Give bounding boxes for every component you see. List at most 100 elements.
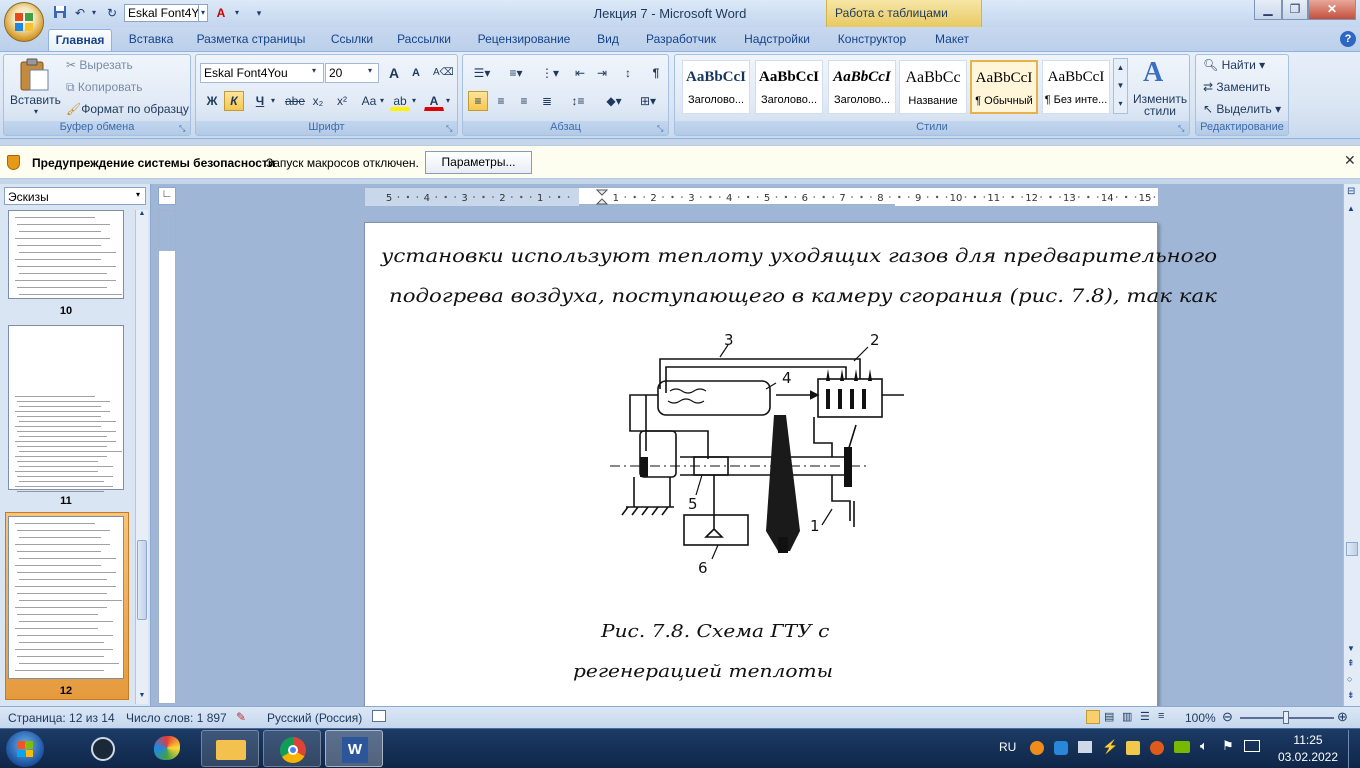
dialog-launcher-icon[interactable]: ⤡ <box>446 124 452 134</box>
start-button[interactable] <box>6 731 44 767</box>
ruler-toggle-icon[interactable]: ⊟ <box>1347 186 1355 197</box>
web-layout-icon[interactable]: ▥ <box>1122 710 1132 723</box>
nvidia-icon[interactable] <box>1174 741 1190 753</box>
tab-mailings[interactable]: Рассылки <box>390 29 458 51</box>
chevron-down-icon[interactable]: ▾ <box>232 4 242 22</box>
scroll-up-icon[interactable]: ▲ <box>1347 204 1355 213</box>
chevron-down-icon[interactable]: ▾ <box>271 96 275 105</box>
redo-icon[interactable]: ↻ <box>104 4 120 22</box>
chrome-icon[interactable] <box>263 730 321 767</box>
language-indicator[interactable]: Русский (Россия) <box>267 711 362 725</box>
paste-button[interactable]: Вставить <box>10 93 61 107</box>
close-button[interactable]: ✕ <box>1308 0 1356 20</box>
quick-font-box[interactable]: Eskal Font4Yo <box>124 4 208 22</box>
align-left-icon[interactable]: ≡ <box>468 91 488 111</box>
dialog-launcher-icon[interactable]: ⤡ <box>179 124 185 134</box>
subscript-button[interactable]: x₂ <box>308 91 328 111</box>
tab-design[interactable]: Конструктор <box>830 29 914 51</box>
shrink-font-button[interactable]: A <box>406 63 426 83</box>
tray-app-icon[interactable] <box>1078 741 1092 753</box>
horizontal-ruler[interactable]: 5 4 3 2 1 1 2 3 4 5 6 7 8 9 10 11 12 13 14 15 <box>364 187 1175 206</box>
help-icon[interactable]: ? <box>1340 31 1356 47</box>
indent-marker[interactable] <box>595 189 609 205</box>
style-title[interactable]: AaBbCc Название <box>899 60 967 114</box>
show-desktop-button[interactable] <box>1348 730 1360 768</box>
scroll-thumb[interactable] <box>1346 542 1358 556</box>
tab-home[interactable]: Главная <box>48 29 112 51</box>
replace-button[interactable]: ⇄ Заменить <box>1203 80 1270 94</box>
paste-dropdown-icon[interactable]: ▾ <box>34 107 38 116</box>
multilevel-list-icon[interactable]: ⋮▾ <box>536 63 564 83</box>
highlight-button[interactable]: ab <box>390 91 410 111</box>
font-name-combo[interactable]: Eskal Font4You <box>200 63 324 83</box>
steam-icon[interactable] <box>74 730 132 767</box>
document-page[interactable]: установки используют теплоту уходящих га… <box>364 222 1217 708</box>
file-explorer-icon[interactable] <box>201 730 259 767</box>
page-count[interactable]: Страница: 12 из 14 <box>8 711 115 725</box>
tab-insert[interactable]: Вставка <box>122 29 180 51</box>
restore-button[interactable]: ❐ <box>1282 0 1308 20</box>
shading-icon[interactable]: ◆▾ <box>600 91 628 111</box>
tab-developer[interactable]: Разработчик <box>636 29 726 51</box>
word-taskbar-icon[interactable]: W <box>325 730 383 767</box>
full-screen-reading-icon[interactable]: ▤ <box>1104 710 1114 723</box>
underline-button[interactable]: Ч <box>250 91 270 111</box>
word-count[interactable]: Число слов: 1 897 <box>126 711 227 725</box>
bold-button[interactable]: Ж <box>202 91 222 111</box>
format-painter-button[interactable]: 🖌Формат по образцу <box>66 102 189 116</box>
browse-object-icon[interactable]: ○ <box>1347 674 1352 684</box>
bullets-icon[interactable]: ☰▾ <box>468 63 496 83</box>
zoom-slider-thumb[interactable] <box>1283 711 1289 724</box>
clear-format-icon[interactable]: A⌫ <box>432 63 454 83</box>
options-button[interactable]: Параметры... <box>425 151 532 174</box>
chevron-down-icon[interactable]: ▾ <box>412 96 416 105</box>
outline-icon[interactable]: ☰ <box>1140 710 1150 723</box>
prev-page-icon[interactable]: ⇞ <box>1347 658 1355 669</box>
tray-app-icon[interactable] <box>1030 741 1044 755</box>
paint-icon[interactable] <box>138 730 196 767</box>
customize-toolbar-icon[interactable]: ▾ <box>252 4 266 22</box>
scroll-thumb[interactable] <box>137 540 147 620</box>
tab-selector-icon[interactable]: ∟ <box>158 187 176 205</box>
input-language[interactable]: RU <box>999 740 1016 754</box>
scroll-up-icon[interactable]: ▲ <box>136 210 148 222</box>
usb-icon[interactable]: ⚡ <box>1102 739 1118 755</box>
tray-app-icon[interactable] <box>1150 741 1164 755</box>
print-layout-icon[interactable] <box>1086 710 1100 724</box>
numbering-icon[interactable]: ≡▾ <box>502 63 530 83</box>
borders-icon[interactable]: ⊞▾ <box>634 91 662 111</box>
action-center-flag-icon[interactable]: ⚑ <box>1222 738 1234 754</box>
clock-date[interactable]: 03.02.2022 <box>1275 750 1341 764</box>
sort-icon[interactable]: ↕ <box>618 63 638 83</box>
align-center-icon[interactable]: ≡ <box>491 91 511 111</box>
font-color-button[interactable]: A <box>424 91 444 111</box>
chevron-down-icon[interactable]: ▾ <box>136 190 140 199</box>
tab-page-layout[interactable]: Разметка страницы <box>190 29 312 51</box>
change-styles-button[interactable]: Изменить стили <box>1133 93 1187 117</box>
tab-layout[interactable]: Макет <box>924 29 980 51</box>
style-normal[interactable]: AaBbCcI ¶ Обычный <box>970 60 1038 114</box>
chevron-down-icon[interactable]: ▾ <box>198 4 208 22</box>
decrease-indent-icon[interactable]: ⇤ <box>570 63 590 83</box>
tab-view[interactable]: Вид <box>590 29 626 51</box>
style-no-spacing[interactable]: AaBbCcI ¶ Без инте... <box>1042 60 1110 114</box>
page-thumbnail-10[interactable] <box>8 210 124 299</box>
grow-font-button[interactable]: A <box>384 63 404 83</box>
justify-icon[interactable]: ≣ <box>537 91 557 111</box>
style-heading3[interactable]: AaBbCcI Заголово... <box>828 60 896 114</box>
next-page-icon[interactable]: ⇟ <box>1347 690 1355 701</box>
page-thumbnail-12[interactable] <box>8 516 124 679</box>
macro-record-icon[interactable] <box>372 710 386 722</box>
chevron-down-icon[interactable]: ▾ <box>446 96 450 105</box>
scroll-down-icon[interactable]: ▼ <box>1347 644 1355 653</box>
zoom-in-icon[interactable]: ⊕ <box>1337 709 1348 725</box>
paste-icon[interactable] <box>18 58 50 92</box>
thumbnails-select[interactable]: Эскизы <box>4 187 146 205</box>
show-marks-icon[interactable]: ¶ <box>646 63 666 83</box>
font-color-quick-icon[interactable]: A <box>212 4 230 22</box>
clock-time[interactable]: 11:25 <box>1283 733 1333 747</box>
save-icon[interactable] <box>52 4 68 22</box>
copy-button[interactable]: ⧉ Копировать <box>66 80 143 95</box>
style-heading1[interactable]: AaBbCcI Заголово... <box>682 60 750 114</box>
line-spacing-icon[interactable]: ↕≡ <box>564 91 592 111</box>
